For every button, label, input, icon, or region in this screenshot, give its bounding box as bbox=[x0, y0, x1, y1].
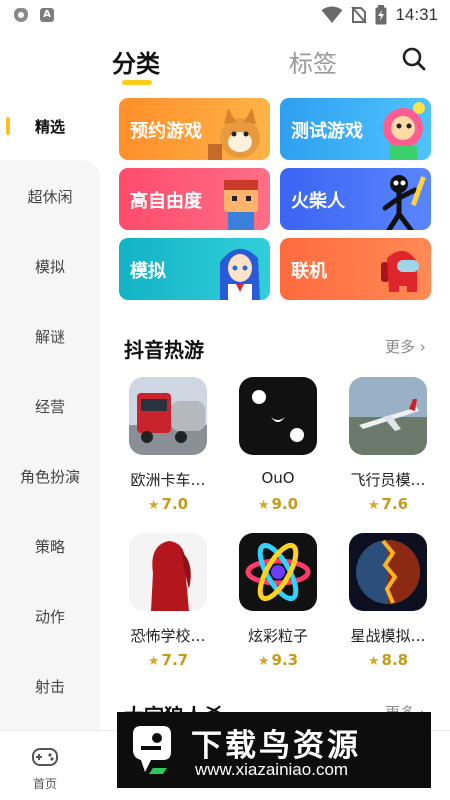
sidebar-background bbox=[0, 160, 100, 730]
hot-games-more-link[interactable]: 更多 › bbox=[385, 336, 426, 357]
game-item[interactable]: 恐怖学校… ★ 7.7 bbox=[118, 533, 218, 673]
game-item[interactable]: OuO ★ 9.0 bbox=[228, 377, 328, 517]
category-card-label: 测试游戏 bbox=[291, 121, 363, 142]
game-rating: ★ 8.8 bbox=[367, 651, 409, 669]
star-icon: ★ bbox=[147, 498, 160, 513]
category-card-simulation[interactable]: 模拟 bbox=[119, 238, 270, 300]
game-item[interactable]: 飞行员模… ★ 7.6 bbox=[338, 377, 438, 517]
hot-games-title: 抖音热游 bbox=[124, 338, 204, 362]
planet-explosion-icon bbox=[349, 533, 427, 611]
category-card-beta[interactable]: 测试游戏 bbox=[280, 98, 431, 160]
tab-category[interactable]: 分类 bbox=[112, 44, 160, 85]
sidebar-item-puzzle[interactable]: 解谜 bbox=[0, 326, 100, 347]
game-rating: ★ 7.6 bbox=[367, 495, 409, 513]
category-card-stickman[interactable]: 火柴人 bbox=[280, 168, 431, 230]
star-icon: ★ bbox=[147, 654, 160, 669]
sidebar-item-action[interactable]: 动作 bbox=[0, 606, 100, 627]
category-card-label: 预约游戏 bbox=[130, 121, 202, 142]
game-item[interactable]: 星战模拟… ★ 8.8 bbox=[338, 533, 438, 673]
game-rating: ★ 9.3 bbox=[257, 651, 299, 669]
shiba-dog-art-icon bbox=[208, 108, 260, 160]
shield-icon bbox=[14, 8, 28, 22]
game-item[interactable]: 炫彩粒子 ★ 9.3 bbox=[228, 533, 328, 673]
sidebar-item-featured[interactable]: 精选 bbox=[0, 116, 100, 137]
star-icon: ★ bbox=[367, 654, 380, 669]
blocky-character-art-icon bbox=[224, 180, 258, 230]
game-name: 欧洲卡车… bbox=[130, 471, 206, 489]
game-rating: ★ 7.0 bbox=[147, 495, 189, 513]
bird-logo-icon bbox=[133, 726, 171, 774]
sidebar-item-casual[interactable]: 超休闲 bbox=[0, 186, 100, 207]
tab-tags[interactable]: 标签 bbox=[289, 44, 337, 79]
airplane-icon bbox=[349, 377, 427, 455]
stickman-art-icon bbox=[382, 175, 426, 230]
category-card-label: 模拟 bbox=[130, 261, 166, 282]
wifi-icon bbox=[321, 6, 343, 23]
battery-charging-icon bbox=[375, 5, 387, 25]
game-name: 飞行员模… bbox=[350, 471, 426, 489]
category-card-reserve[interactable]: 预约游戏 bbox=[119, 98, 270, 160]
gamepad-icon bbox=[32, 748, 58, 766]
clock: 14:31 bbox=[395, 5, 438, 24]
no-sim-icon bbox=[351, 6, 368, 24]
crewmate-art-icon bbox=[381, 250, 419, 292]
tab-tags-label: 标签 bbox=[289, 50, 337, 78]
game-item[interactable]: 欧洲卡车… ★ 7.0 bbox=[118, 377, 218, 517]
watermark-banner: 下载鸟资源 www.xiazainiao.com bbox=[117, 712, 431, 788]
cartoon-character-art-icon bbox=[383, 102, 425, 160]
active-tab-indicator bbox=[122, 80, 152, 85]
status-bar: A 14:31 bbox=[0, 0, 450, 32]
game-name: 炫彩粒子 bbox=[247, 627, 308, 645]
category-card-label: 高自由度 bbox=[130, 191, 202, 212]
game-name: 星战模拟… bbox=[350, 627, 426, 645]
truck-icon bbox=[129, 377, 207, 455]
category-card-multiplayer[interactable]: 联机 bbox=[280, 238, 431, 300]
star-icon: ★ bbox=[367, 498, 380, 513]
game-name: 恐怖学校… bbox=[130, 627, 206, 645]
sidebar-item-rpg[interactable]: 角色扮演 bbox=[0, 466, 100, 487]
a-icon: A bbox=[40, 8, 54, 22]
tab-category-label: 分类 bbox=[112, 50, 160, 78]
chevron-right-icon: › bbox=[419, 338, 426, 356]
sidebar-item-shooter[interactable]: 射击 bbox=[0, 676, 100, 697]
game-rating: ★ 9.0 bbox=[257, 495, 299, 513]
dice-icon bbox=[239, 377, 317, 455]
sidebar-item-strategy[interactable]: 策略 bbox=[0, 536, 100, 557]
search-icon[interactable] bbox=[401, 46, 427, 72]
nav-home-label: 首页 bbox=[32, 777, 57, 791]
category-sidebar: 精选 超休闲 模拟 解谜 经营 角色扮演 策略 动作 射击 bbox=[0, 94, 100, 730]
game-name: OuO bbox=[261, 469, 295, 487]
anime-girl-art-icon bbox=[220, 248, 260, 300]
silhouette-icon bbox=[129, 533, 207, 611]
watermark-title: 下载鸟资源 bbox=[191, 728, 361, 764]
top-tab-bar: 分类 标签 bbox=[0, 32, 450, 94]
more-label: 更多 bbox=[385, 338, 416, 356]
game-rating: ★ 7.7 bbox=[147, 651, 189, 669]
watermark-url: www.xiazainiao.com bbox=[195, 760, 349, 779]
category-card-label: 火柴人 bbox=[291, 191, 345, 212]
atom-icon bbox=[239, 533, 317, 611]
sidebar-item-management[interactable]: 经营 bbox=[0, 396, 100, 417]
star-icon: ★ bbox=[257, 498, 270, 513]
category-card-freedom[interactable]: 高自由度 bbox=[119, 168, 270, 230]
star-icon: ★ bbox=[257, 654, 270, 669]
category-card-label: 联机 bbox=[291, 261, 327, 282]
sidebar-item-simulation[interactable]: 模拟 bbox=[0, 256, 100, 277]
